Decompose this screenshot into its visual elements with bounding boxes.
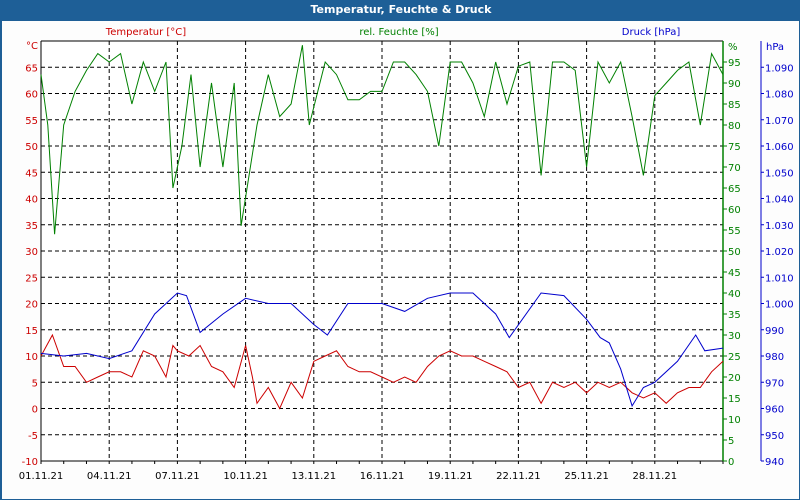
humidity-tick-label: 50: [728, 247, 741, 258]
pressure-tick-label: 1.000: [765, 300, 794, 311]
temperature-tick-label: 45: [25, 168, 38, 179]
x-tick-label: 25.11.21: [564, 471, 609, 482]
humidity-tick-label: 0: [728, 457, 734, 468]
humidity-unit: %: [728, 42, 738, 53]
temperature-tick-label: 35: [25, 221, 38, 232]
temperature-tick-label: 55: [25, 116, 38, 127]
temperature-tick-label: -5: [28, 431, 38, 442]
humidity-tick-label: 10: [728, 415, 741, 426]
pressure-tick-label: 1.050: [765, 168, 794, 179]
pressure-unit: hPa: [766, 42, 784, 53]
temperature-tick-label: 5: [32, 378, 38, 389]
temperature-tick-label: 50: [25, 142, 38, 153]
temperature-tick-label: 15: [25, 326, 38, 337]
x-tick-label: 01.11.21: [19, 471, 64, 482]
x-tick-label: 19.11.21: [428, 471, 473, 482]
humidity-tick-label: 5: [728, 436, 734, 447]
pressure-tick-label: 1.020: [765, 247, 794, 258]
humidity-tick-label: 95: [728, 58, 741, 69]
pressure-axis-title: Druck [hPa]: [622, 27, 681, 38]
pressure-tick-label: 1.080: [765, 90, 794, 101]
x-tick-label: 22.11.21: [496, 471, 541, 482]
temperature-unit: °C: [26, 41, 38, 52]
temperature-tick-label: 40: [25, 195, 38, 206]
humidity-tick-label: 85: [728, 100, 741, 111]
humidity-tick-label: 80: [728, 121, 741, 132]
temperature-tick-label: 10: [25, 352, 38, 363]
temperature-tick-label: 60: [25, 90, 38, 101]
pressure-tick-label: 1.040: [765, 195, 794, 206]
humidity-tick-label: 65: [728, 184, 741, 195]
humidity-axis-title: rel. Feuchte [%]: [359, 27, 438, 38]
pressure-tick-label: 980: [765, 352, 784, 363]
humidity-tick-label: 60: [728, 205, 741, 216]
pressure-tick-label: 1.030: [765, 221, 794, 232]
pressure-tick-label: 990: [765, 326, 784, 337]
temperature-tick-label: 30: [25, 247, 38, 258]
pressure-tick-label: 940: [765, 457, 784, 468]
pressure-tick-label: 970: [765, 378, 784, 389]
x-tick-label: 10.11.21: [223, 471, 268, 482]
temperature-axis-title: Temperatur [°C]: [105, 27, 186, 38]
x-tick-label: 16.11.21: [360, 471, 405, 482]
chart-svg: 01.11.21 04.11.21 07.11.21 10.11.21 13.11.21…: [19, 27, 794, 482]
pressure-tick-label: 960: [765, 405, 784, 416]
humidity-tick-label: 45: [728, 268, 741, 279]
x-tick-label: 13.11.21: [292, 471, 337, 482]
humidity-tick-label: 20: [728, 373, 741, 384]
humidity-tick-label: 55: [728, 226, 741, 237]
humidity-tick-label: 25: [728, 352, 741, 363]
pressure-tick-label: 1.090: [765, 63, 794, 74]
temperature-tick-label: 25: [25, 273, 38, 284]
window-title: Temperatur, Feuchte & Druck: [1, 1, 800, 21]
humidity-tick-label: 40: [728, 289, 741, 300]
humidity-tick-label: 75: [728, 142, 741, 153]
humidity-tick-label: 35: [728, 310, 741, 321]
temperature-tick-label: 20: [25, 300, 38, 311]
temperature-tick-label: 0: [32, 405, 38, 416]
chart-area: 01.11.21 04.11.21 07.11.21 10.11.21 13.11.21…: [2, 21, 799, 499]
x-tick-label: 28.11.21: [633, 471, 678, 482]
x-tick-label: 07.11.21: [155, 471, 200, 482]
chart-window: Temperatur, Feuchte & Druck 01.11.21 04.1…: [0, 0, 800, 500]
pressure-tick-label: 1.010: [765, 273, 794, 284]
temperature-tick-label: 65: [25, 63, 38, 74]
humidity-tick-label: 90: [728, 79, 741, 90]
pressure-tick-label: 1.060: [765, 142, 794, 153]
humidity-tick-label: 15: [728, 394, 741, 405]
pressure-tick-label: 1.070: [765, 116, 794, 127]
temperature-tick-label: -10: [22, 457, 38, 468]
x-tick-label: 04.11.21: [87, 471, 132, 482]
pressure-tick-label: 950: [765, 431, 784, 442]
humidity-tick-label: 30: [728, 331, 741, 342]
humidity-tick-label: 70: [728, 163, 741, 174]
